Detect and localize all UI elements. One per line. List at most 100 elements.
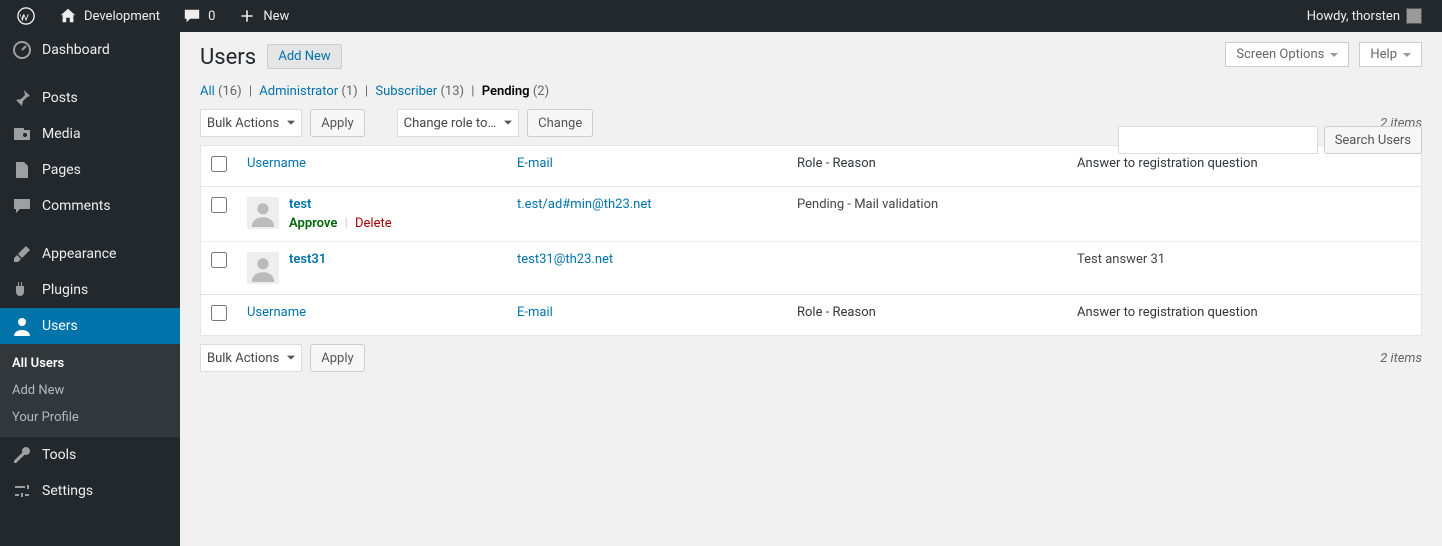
tablenav-bottom: Bulk Actions Apply 2 items: [200, 344, 1422, 372]
screen-meta-links: Screen Options Help: [1225, 42, 1422, 67]
sidebar-item-users[interactable]: Users: [0, 308, 180, 344]
row-checkbox[interactable]: [211, 252, 227, 268]
username-link[interactable]: test: [289, 197, 311, 212]
bulk-actions-select[interactable]: Bulk Actions: [200, 109, 302, 137]
search-users-button[interactable]: Search Users: [1324, 126, 1422, 154]
comment-icon: [182, 6, 202, 26]
sidebar-item-plugins[interactable]: Plugins: [0, 272, 180, 308]
filter-subscriber[interactable]: Subscriber (13): [375, 84, 464, 99]
change-role-button[interactable]: Change: [527, 109, 593, 137]
page-title: Users: [200, 45, 256, 70]
col-role: Role - Reason: [787, 146, 1067, 187]
filter-administrator[interactable]: Administrator (1): [259, 84, 357, 99]
wrench-icon: [12, 445, 32, 465]
search-box: Search Users: [1118, 126, 1422, 154]
screen-options-button[interactable]: Screen Options: [1225, 42, 1349, 67]
comment-icon: [12, 196, 32, 216]
user-icon: [12, 316, 32, 336]
select-all-top[interactable]: [211, 156, 227, 172]
sidebar-item-label: Comments: [42, 198, 111, 214]
submenu-add-new[interactable]: Add New: [0, 377, 180, 404]
change-role-select[interactable]: Change role to…: [397, 109, 520, 137]
add-new-user-button[interactable]: Add New: [267, 44, 341, 69]
col-role: Role - Reason: [787, 294, 1067, 335]
brush-icon: [12, 244, 32, 264]
chevron-down-icon: [1330, 53, 1338, 61]
sidebar-item-label: Pages: [42, 162, 81, 178]
email-link[interactable]: test31@th23.net: [517, 252, 613, 267]
main-content: Screen Options Help Users Add New Search…: [180, 32, 1442, 546]
wp-logo[interactable]: [8, 0, 44, 32]
avatar-icon: [1406, 8, 1422, 24]
apply-bulk-button[interactable]: Apply: [310, 109, 364, 137]
admin-sidebar: Dashboard Posts Media Pages Comments App…: [0, 32, 180, 546]
sidebar-item-label: Plugins: [42, 282, 88, 298]
row-checkbox[interactable]: [211, 197, 227, 213]
submenu-your-profile[interactable]: Your Profile: [0, 404, 180, 431]
dashboard-icon: [12, 40, 32, 60]
sidebar-item-label: Posts: [42, 90, 78, 106]
role-cell: [787, 241, 1067, 294]
comments-link[interactable]: 0: [174, 0, 223, 32]
search-input[interactable]: [1118, 126, 1318, 154]
plug-icon: [12, 280, 32, 300]
filter-all[interactable]: All (16): [200, 84, 242, 99]
role-cell: Pending - Mail validation: [787, 187, 1067, 241]
sidebar-item-label: Appearance: [42, 246, 116, 262]
filter-links: All (16) | Administrator (1) | Subscribe…: [200, 84, 1422, 99]
plus-icon: [237, 6, 257, 26]
sliders-icon: [12, 481, 32, 501]
pin-icon: [12, 88, 32, 108]
page-icon: [12, 160, 32, 180]
select-all-bottom[interactable]: [211, 305, 227, 321]
email-link[interactable]: t.est/ad#min@th23.net: [517, 197, 652, 212]
col-username-sort[interactable]: Username: [247, 305, 306, 320]
comments-count: 0: [208, 9, 215, 24]
sidebar-item-label: Media: [42, 126, 81, 142]
help-button[interactable]: Help: [1359, 42, 1422, 67]
row-actions: Approve | Delete: [289, 216, 392, 231]
sidebar-item-label: Users: [42, 318, 78, 334]
col-email-sort[interactable]: E-mail: [517, 156, 553, 171]
sidebar-item-comments[interactable]: Comments: [0, 188, 180, 224]
chevron-down-icon: [1403, 53, 1411, 61]
admin-bar: Development 0 New Howdy, thorsten: [0, 0, 1442, 32]
sidebar-item-media[interactable]: Media: [0, 116, 180, 152]
screen-options-label: Screen Options: [1236, 47, 1324, 62]
sidebar-item-appearance[interactable]: Appearance: [0, 236, 180, 272]
sidebar-submenu-users: All Users Add New Your Profile: [0, 344, 180, 437]
avatar-icon: [247, 252, 279, 284]
col-username-sort[interactable]: Username: [247, 156, 306, 171]
sidebar-item-settings[interactable]: Settings: [0, 473, 180, 509]
sidebar-item-dashboard[interactable]: Dashboard: [0, 32, 180, 68]
bulk-actions-select-bottom[interactable]: Bulk Actions: [200, 344, 302, 372]
col-answer: Answer to registration question: [1067, 294, 1421, 335]
my-account[interactable]: Howdy, thorsten: [1299, 0, 1430, 32]
users-table: Username E-mail Role - Reason Answer to …: [200, 145, 1422, 336]
username-link[interactable]: test31: [289, 252, 326, 267]
submenu-all-users[interactable]: All Users: [0, 350, 180, 377]
avatar-icon: [247, 197, 279, 229]
media-icon: [12, 124, 32, 144]
sidebar-item-posts[interactable]: Posts: [0, 80, 180, 116]
col-email-sort[interactable]: E-mail: [517, 305, 553, 320]
sidebar-item-label: Tools: [42, 447, 76, 463]
delete-link[interactable]: Delete: [355, 216, 392, 231]
wordpress-icon: [16, 6, 36, 26]
howdy-text: Howdy, thorsten: [1307, 9, 1400, 24]
table-row: test31 test31@th23.net Test answer 31: [201, 241, 1421, 294]
apply-bulk-button-bottom[interactable]: Apply: [310, 344, 364, 372]
site-name-label: Development: [84, 9, 160, 24]
items-count: 2 items: [1380, 351, 1422, 366]
filter-pending[interactable]: Pending (2): [482, 84, 549, 99]
sidebar-item-pages[interactable]: Pages: [0, 152, 180, 188]
site-name-link[interactable]: Development: [50, 0, 168, 32]
home-icon: [58, 6, 78, 26]
new-content-label: New: [263, 9, 289, 24]
sidebar-item-label: Settings: [42, 483, 93, 499]
table-row: test Approve | Delete t.est/ad#min@th23.…: [201, 187, 1421, 241]
sidebar-item-tools[interactable]: Tools: [0, 437, 180, 473]
answer-cell: Test answer 31: [1067, 241, 1421, 294]
approve-link[interactable]: Approve: [289, 216, 337, 231]
new-content-link[interactable]: New: [229, 0, 297, 32]
